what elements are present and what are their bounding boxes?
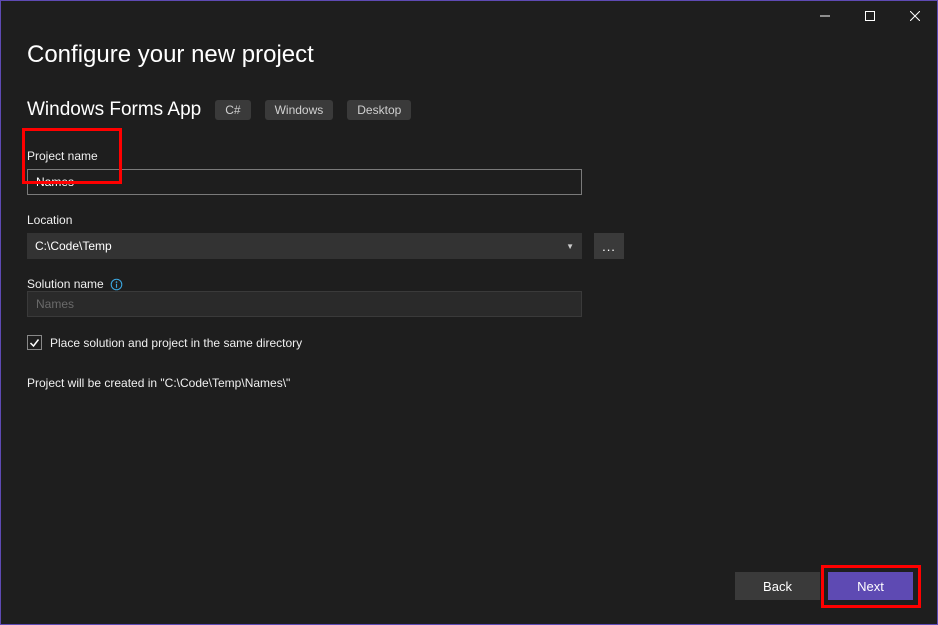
location-dropdown[interactable]: C:\Code\Temp ▼ bbox=[27, 233, 582, 259]
close-button[interactable] bbox=[892, 1, 937, 31]
location-value: C:\Code\Temp bbox=[35, 239, 112, 253]
browse-button[interactable]: ... bbox=[594, 233, 624, 259]
template-name: Windows Forms App bbox=[27, 99, 201, 121]
same-directory-checkbox[interactable] bbox=[27, 335, 42, 350]
tag-desktop: Desktop bbox=[347, 100, 411, 120]
template-info-row: Windows Forms App C# Windows Desktop bbox=[27, 99, 911, 121]
maximize-button[interactable] bbox=[847, 1, 892, 31]
solution-name-input bbox=[27, 291, 582, 317]
location-label: Location bbox=[27, 213, 911, 227]
next-button[interactable]: Next bbox=[828, 572, 913, 600]
tag-csharp: C# bbox=[215, 100, 250, 120]
checkmark-icon bbox=[29, 337, 40, 348]
minimize-icon bbox=[820, 11, 830, 21]
status-text: Project will be created in "C:\Code\Temp… bbox=[27, 376, 911, 390]
close-icon bbox=[910, 11, 920, 21]
back-button[interactable]: Back bbox=[735, 572, 820, 600]
project-name-input[interactable] bbox=[27, 169, 582, 195]
page-title: Configure your new project bbox=[27, 41, 911, 69]
same-directory-label: Place solution and project in the same d… bbox=[50, 336, 302, 350]
minimize-button[interactable] bbox=[802, 1, 847, 31]
tag-windows: Windows bbox=[265, 100, 334, 120]
project-name-label: Project name bbox=[27, 149, 911, 163]
info-icon[interactable] bbox=[110, 278, 123, 291]
maximize-icon bbox=[865, 11, 875, 21]
window-titlebar bbox=[1, 1, 937, 31]
footer-buttons: Back Next bbox=[735, 572, 913, 600]
solution-name-label: Solution name bbox=[27, 277, 104, 291]
chevron-down-icon: ▼ bbox=[566, 242, 574, 251]
